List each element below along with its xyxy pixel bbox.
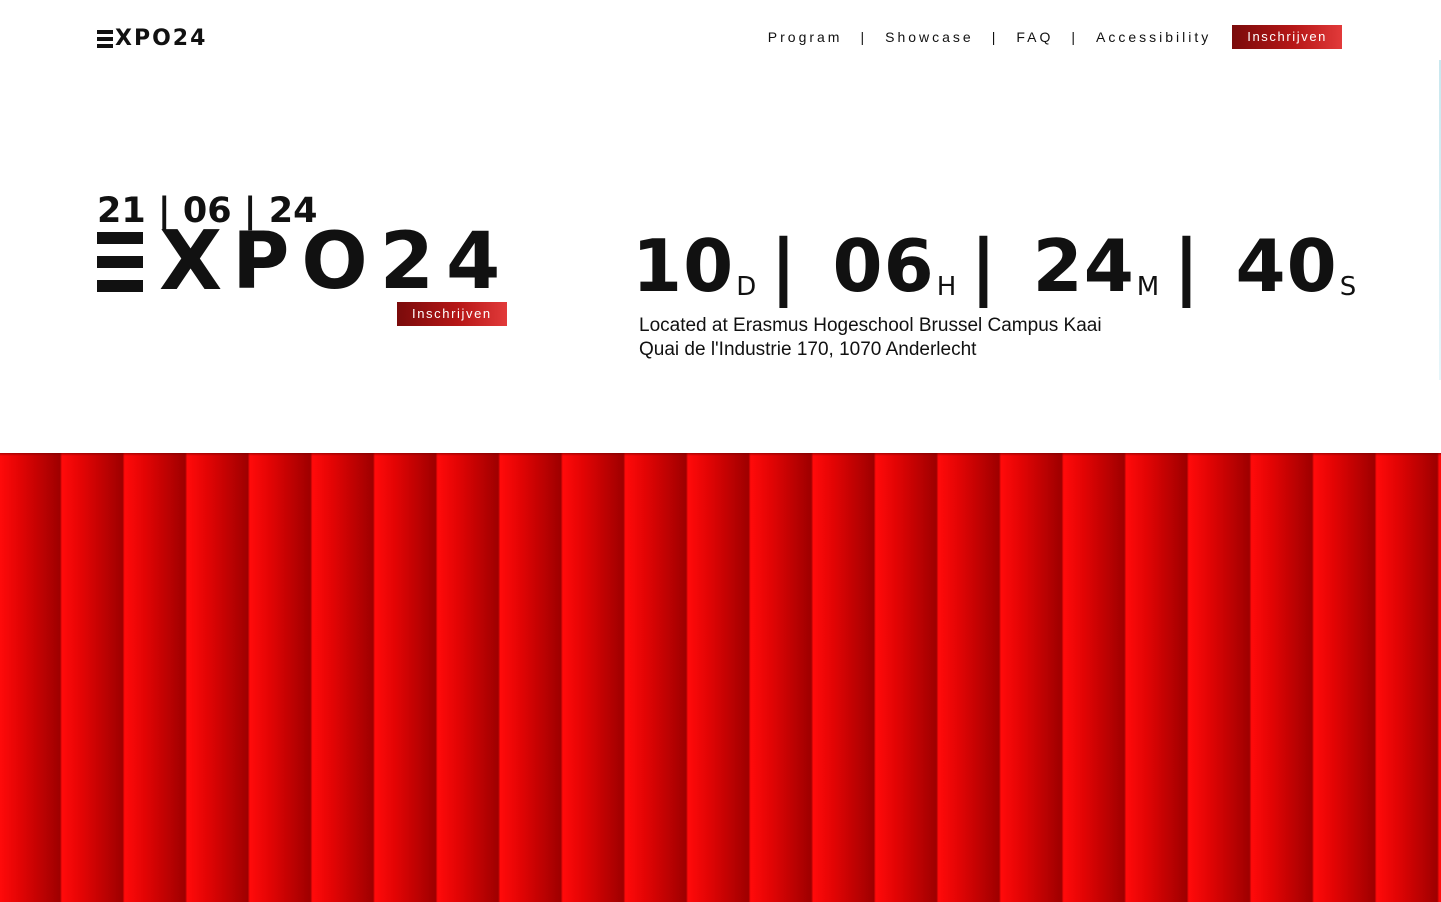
countdown-days: 10 [632, 224, 735, 308]
countdown-hours-unit: H [936, 272, 957, 302]
nav-faq[interactable]: FAQ [1016, 29, 1053, 45]
countdown-seconds-unit: S [1339, 272, 1357, 302]
hero-register-button[interactable]: Inschrijven [397, 302, 507, 326]
hero-logo-letters: PO24 [232, 217, 513, 307]
nav-separator: | [991, 29, 999, 45]
countdown-minutes: 24 [1032, 224, 1135, 308]
nav-separator: | [1071, 29, 1078, 45]
location-line-venue: Located at Erasmus Hogeschool Brussel Ca… [639, 315, 1102, 336]
red-curtain-banner [0, 453, 1441, 902]
hero-logo: X PO24 [97, 214, 513, 309]
countdown-separator: | [770, 224, 797, 308]
hero-register-wrap: Inschrijven [397, 302, 507, 326]
logo-e-bars [97, 30, 113, 48]
countdown-minutes-unit: M [1136, 272, 1160, 302]
nav-register-button[interactable]: Inschrijven [1232, 25, 1342, 49]
main-nav: Program | Showcase | FAQ | Accessibility… [768, 25, 1342, 49]
countdown-seconds: 40 [1235, 224, 1338, 308]
nav-showcase[interactable]: Showcase [885, 29, 974, 45]
countdown-hours: 06 [832, 224, 935, 308]
hero-logo-e-bars [97, 232, 143, 292]
location-line-address: Quai de l'Industrie 170, 1070 Anderlecht [639, 339, 977, 360]
countdown-days-unit: D [736, 272, 757, 302]
countdown: 10 D | 06 H | 24 M | 40 S [632, 230, 1356, 302]
countdown-separator: | [970, 224, 997, 308]
nav-program[interactable]: Program [768, 29, 843, 45]
hero-logo-x: X [159, 214, 223, 309]
nav-accessibility[interactable]: Accessibility [1096, 29, 1211, 45]
location-info: Located at Erasmus Hogeschool Brussel Ca… [639, 314, 1102, 362]
header-logo[interactable]: XPO24 [97, 26, 208, 51]
countdown-separator: | [1173, 224, 1200, 308]
logo-letters: XPO24 [115, 26, 208, 51]
nav-separator: | [860, 29, 868, 45]
